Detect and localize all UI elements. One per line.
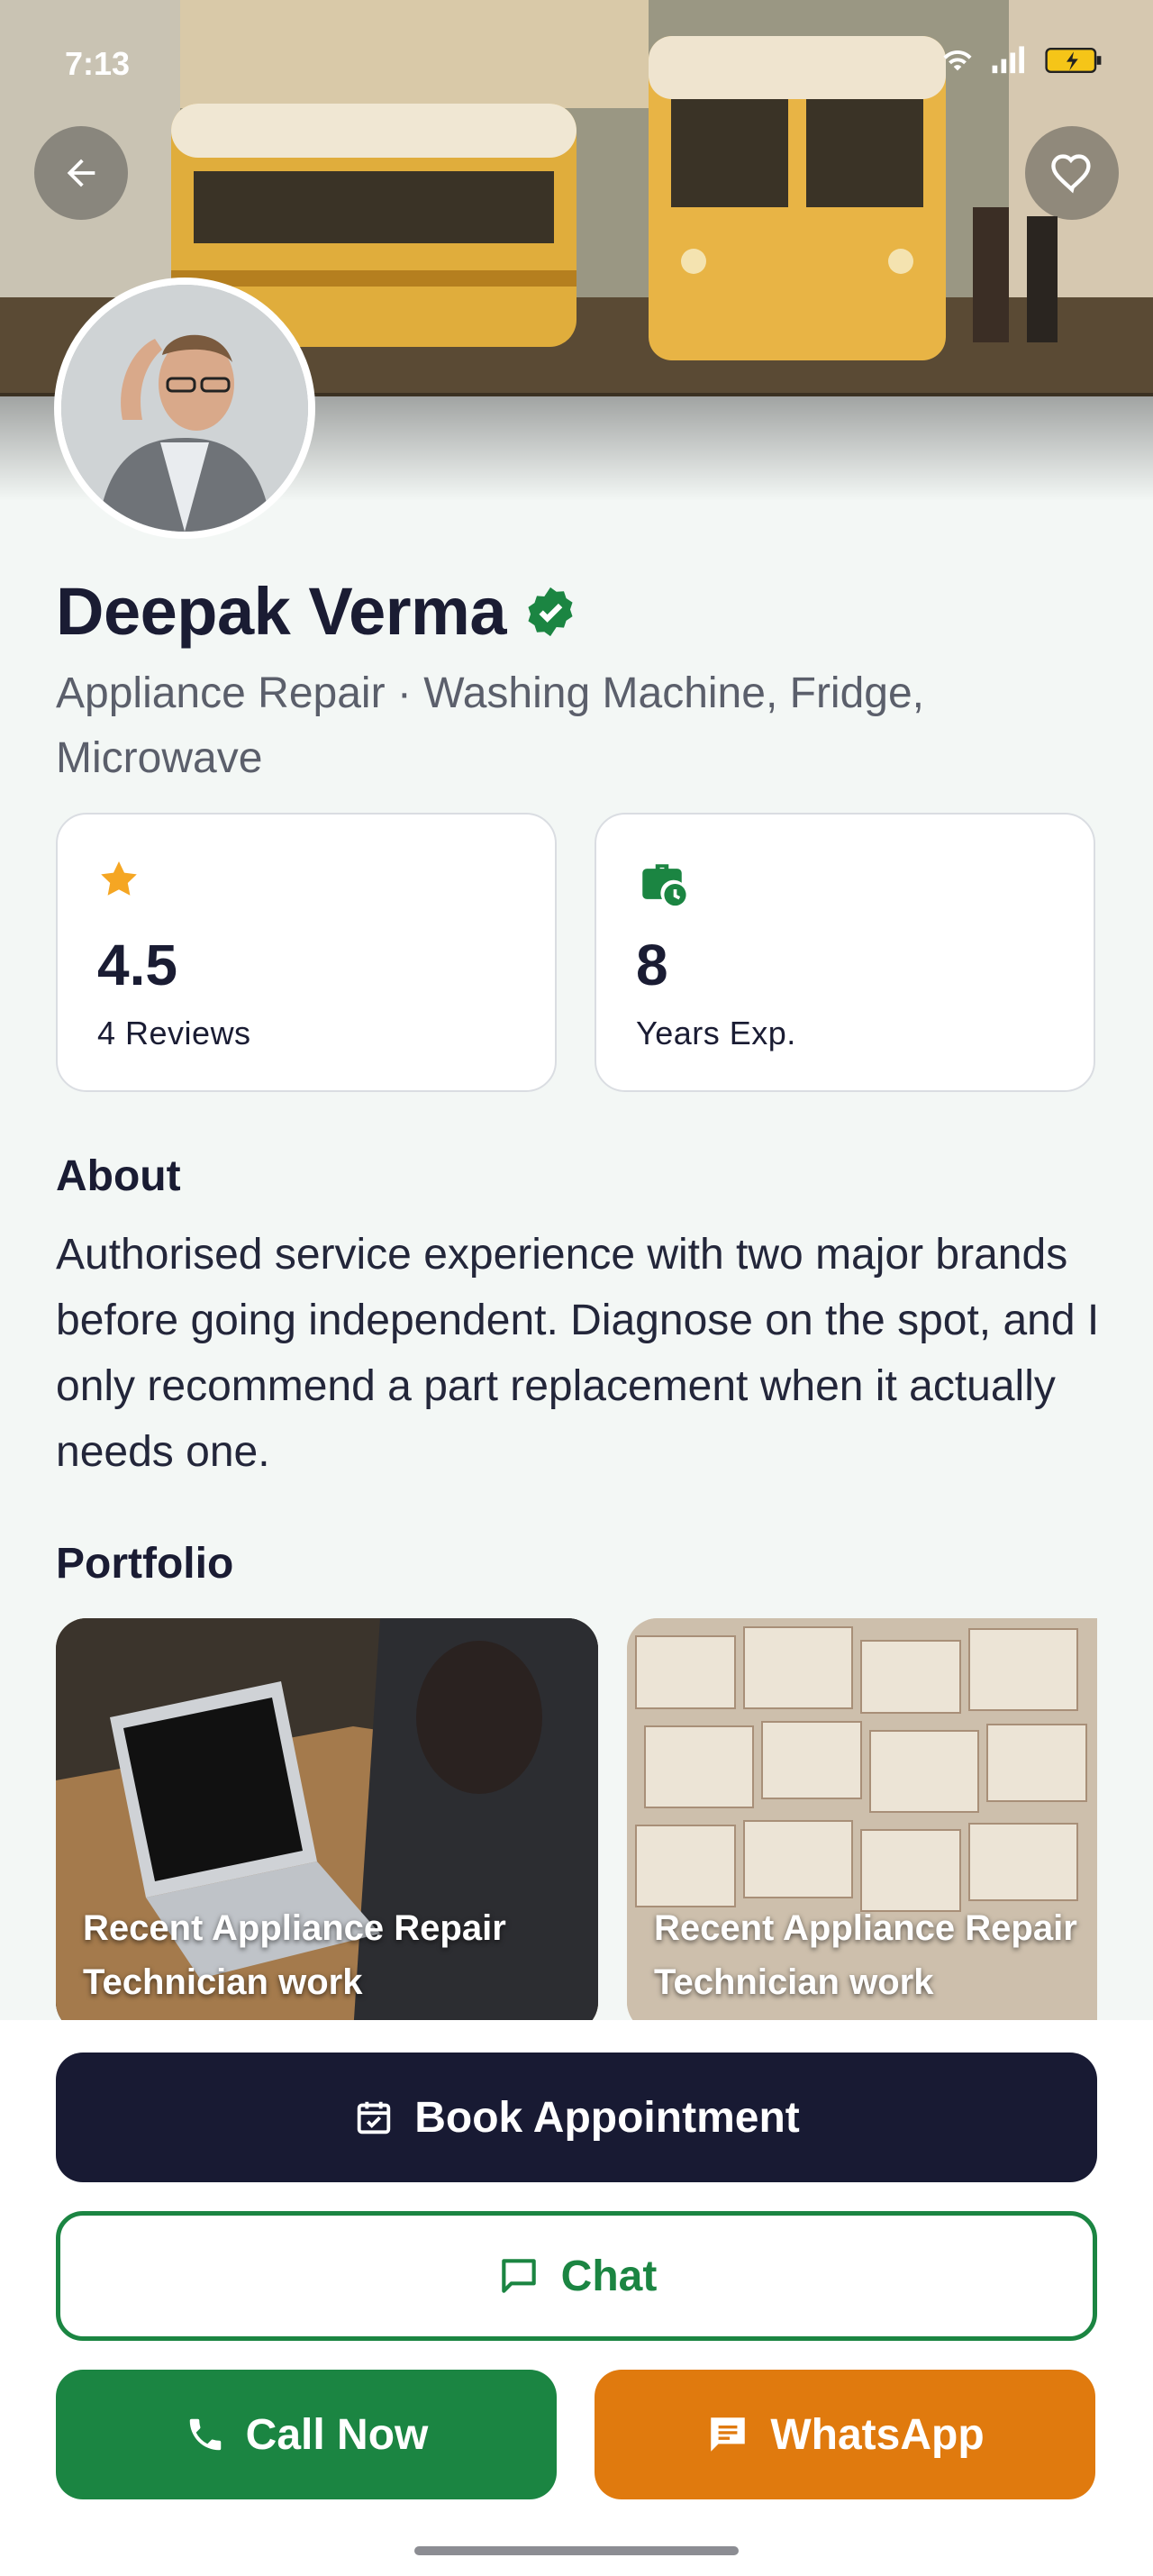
call-now-label: Call Now (245, 2410, 429, 2459)
home-indicator[interactable] (414, 2546, 739, 2555)
rating-card: 4.5 4 Reviews (56, 813, 557, 1092)
status-icons (942, 45, 1103, 76)
about-text: Authorised service experience with two m… (56, 1231, 1100, 1476)
profile-name: Deepak Verma (56, 574, 507, 649)
rating-value: 4.5 (97, 933, 177, 997)
arrow-left-icon (67, 159, 95, 187)
heart-outline-icon (1051, 154, 1091, 194)
book-appointment-button[interactable]: Book Appointment (56, 2053, 1097, 2182)
whatsapp-button[interactable]: WhatsApp (595, 2370, 1095, 2499)
portfolio-item[interactable]: Recent Appliance Repair Technician work (56, 1618, 598, 2020)
phone-icon (189, 2418, 221, 2451)
reviews-count: 4 Reviews (97, 1015, 251, 1051)
star-icon (101, 861, 137, 896)
whatsapp-label: WhatsApp (770, 2410, 985, 2459)
calendar-check-icon (358, 2101, 391, 2135)
action-bar: Book Appointment Chat Call Now WhatsApp (0, 2020, 1153, 2576)
battery-icon (1045, 48, 1102, 73)
profile-photo (61, 285, 308, 532)
book-appointment-label: Book Appointment (414, 2093, 800, 2142)
status-time: 7:13 (65, 45, 131, 82)
avatar (54, 278, 315, 539)
portfolio-caption: Recent Appliance Repair Technician work (654, 1908, 1077, 2002)
about-heading: About (56, 1152, 181, 1200)
experience-value: 8 (636, 933, 668, 997)
back-button[interactable] (34, 126, 128, 220)
signal-icon (992, 46, 1024, 74)
profile-name-row: Deepak Verma (56, 573, 578, 650)
message-icon (711, 2417, 746, 2452)
status-bar: 7:13 (0, 0, 1153, 126)
chat-button[interactable]: Chat (56, 2211, 1097, 2341)
experience-label: Years Exp. (636, 1015, 796, 1051)
portfolio-heading: Portfolio (56, 1540, 234, 1588)
chat-bubble-icon (501, 2259, 536, 2293)
verified-badge-icon (528, 587, 573, 636)
experience-card: 8 Years Exp. (595, 813, 1095, 1092)
favorite-button[interactable] (1025, 126, 1119, 220)
profile-subtitle: Appliance Repair · Washing Machine, Frid… (56, 669, 925, 782)
portfolio-item[interactable]: Recent Appliance Repair Technician work (627, 1618, 1097, 2020)
briefcase-clock-icon (642, 864, 686, 906)
chat-label: Chat (560, 2252, 658, 2300)
portfolio-carousel[interactable]: Recent Appliance Repair Technician work … (56, 1618, 1097, 2020)
portfolio-caption: Recent Appliance Repair Technician work (83, 1908, 506, 2002)
wifi-icon (943, 50, 972, 71)
call-now-button[interactable]: Call Now (56, 2370, 557, 2499)
